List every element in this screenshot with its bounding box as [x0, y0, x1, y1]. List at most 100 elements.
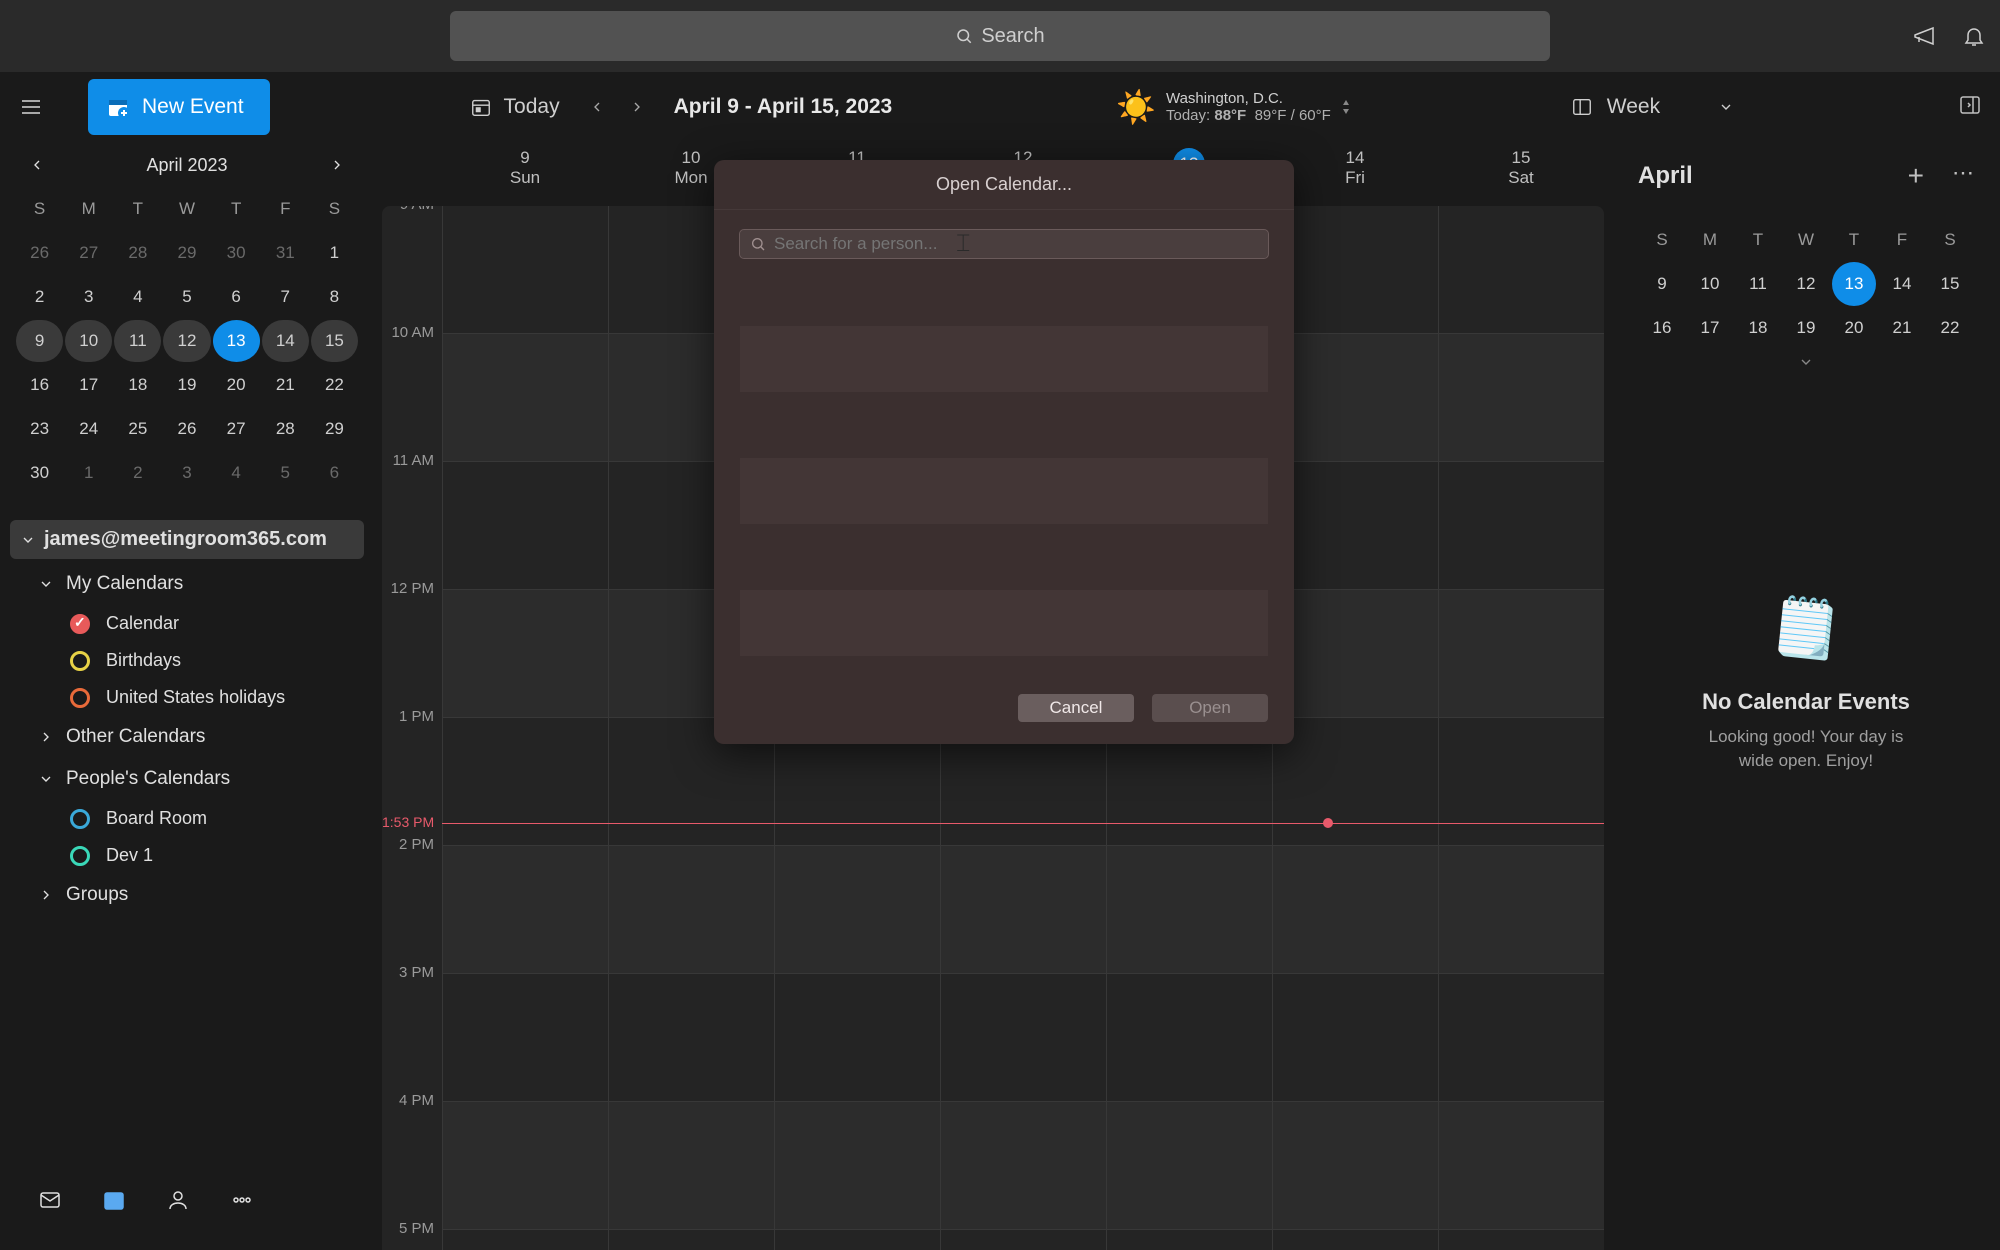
mini-cal-day[interactable]: 6	[311, 452, 358, 494]
mini-cal-day[interactable]: 12	[163, 320, 210, 362]
calendar-group[interactable]: People's Calendars	[10, 758, 364, 800]
mini-cal-day[interactable]: 28	[262, 408, 309, 450]
mini-cal-day[interactable]: 19	[163, 364, 210, 406]
day-column[interactable]	[1272, 206, 1438, 1250]
mini-cal-day[interactable]: 27	[213, 408, 260, 450]
agenda-day[interactable]: 18	[1736, 306, 1780, 350]
mini-cal-day[interactable]: 27	[65, 232, 112, 274]
calendar-color-dot[interactable]	[70, 846, 90, 866]
people-app-icon[interactable]	[158, 1180, 198, 1220]
view-selector[interactable]: Week	[1571, 95, 1734, 119]
open-button[interactable]: Open	[1152, 694, 1268, 722]
mail-app-icon[interactable]	[30, 1180, 70, 1220]
cancel-button[interactable]: Cancel	[1018, 694, 1134, 722]
more-icon[interactable]: ⋯	[1952, 160, 1974, 192]
weather-widget[interactable]: ☀️ Washington, D.C. Today: 88°F 89°F / 6…	[1116, 88, 1351, 126]
mini-cal-day[interactable]: 1	[65, 452, 112, 494]
mini-cal-day[interactable]: 28	[114, 232, 161, 274]
calendar-item[interactable]: Board Room	[10, 800, 364, 837]
agenda-day[interactable]: 13	[1832, 262, 1876, 306]
calendar-app-icon[interactable]	[94, 1180, 134, 1220]
calendar-item[interactable]: Calendar	[10, 605, 364, 642]
mini-cal-day[interactable]: 24	[65, 408, 112, 450]
agenda-day[interactable]: 10	[1688, 262, 1732, 306]
agenda-day[interactable]: 19	[1784, 306, 1828, 350]
prev-week-button[interactable]	[582, 92, 612, 122]
add-event-icon[interactable]: +	[1908, 160, 1924, 192]
mini-cal-day[interactable]: 13	[213, 320, 260, 362]
calendar-color-dot[interactable]	[70, 688, 90, 708]
agenda-day[interactable]: 21	[1880, 306, 1924, 350]
mini-cal-day[interactable]: 25	[114, 408, 161, 450]
global-search[interactable]: Search	[450, 11, 1550, 61]
agenda-day[interactable]: 16	[1640, 306, 1684, 350]
calendar-color-dot[interactable]	[70, 614, 90, 634]
mini-cal-day[interactable]: 4	[213, 452, 260, 494]
mini-cal-day[interactable]: 23	[16, 408, 63, 450]
mini-cal-next[interactable]	[322, 150, 352, 180]
today-button[interactable]: Today	[470, 95, 560, 119]
mini-cal-day[interactable]: 5	[163, 276, 210, 318]
mini-cal-day[interactable]: 21	[262, 364, 309, 406]
day-header[interactable]: 9Sun	[442, 142, 608, 206]
calendar-item[interactable]: United States holidays	[10, 679, 364, 716]
mini-cal-day[interactable]: 2	[16, 276, 63, 318]
megaphone-icon[interactable]	[1912, 24, 1936, 48]
calendar-group[interactable]: Other Calendars	[10, 716, 364, 758]
more-apps-icon[interactable]	[222, 1180, 262, 1220]
mini-cal-day[interactable]: 8	[311, 276, 358, 318]
calendar-color-dot[interactable]	[70, 809, 90, 829]
person-search-input[interactable]	[740, 230, 1268, 258]
agenda-day[interactable]: 12	[1784, 262, 1828, 306]
day-column[interactable]	[442, 206, 608, 1250]
mini-cal-prev[interactable]	[22, 150, 52, 180]
calendar-group[interactable]: Groups	[10, 874, 364, 916]
mini-cal-day[interactable]: 11	[114, 320, 161, 362]
mini-cal-day[interactable]: 30	[213, 232, 260, 274]
mini-cal-day[interactable]: 18	[114, 364, 161, 406]
mini-cal-day[interactable]: 29	[163, 232, 210, 274]
mini-cal-day[interactable]: 31	[262, 232, 309, 274]
agenda-day[interactable]: 20	[1832, 306, 1876, 350]
calendar-color-dot[interactable]	[70, 651, 90, 671]
day-header[interactable]: 14Fri	[1272, 142, 1438, 206]
mini-cal-day[interactable]: 15	[311, 320, 358, 362]
mini-cal-day[interactable]: 2	[114, 452, 161, 494]
mini-cal-day[interactable]: 14	[262, 320, 309, 362]
mini-cal-day[interactable]: 3	[65, 276, 112, 318]
mini-cal-day[interactable]: 3	[163, 452, 210, 494]
mini-cal-day[interactable]: 20	[213, 364, 260, 406]
panel-toggle[interactable]	[1958, 93, 1982, 122]
mini-cal-day[interactable]: 26	[16, 232, 63, 274]
expand-mini-cal[interactable]	[1638, 354, 1974, 375]
mini-cal-day[interactable]: 22	[311, 364, 358, 406]
calendar-item[interactable]: Birthdays	[10, 642, 364, 679]
hamburger-menu[interactable]	[14, 90, 48, 124]
mini-cal-day[interactable]: 26	[163, 408, 210, 450]
agenda-day[interactable]: 17	[1688, 306, 1732, 350]
calendar-group[interactable]: My Calendars	[10, 563, 364, 605]
day-column[interactable]	[1438, 206, 1604, 1250]
mini-cal-day[interactable]: 6	[213, 276, 260, 318]
mini-cal-day[interactable]: 1	[311, 232, 358, 274]
mini-cal-day[interactable]: 4	[114, 276, 161, 318]
agenda-day[interactable]: 11	[1736, 262, 1780, 306]
next-week-button[interactable]	[622, 92, 652, 122]
mini-cal-day[interactable]: 9	[16, 320, 63, 362]
bell-icon[interactable]	[1962, 24, 1986, 48]
agenda-day[interactable]: 14	[1880, 262, 1924, 306]
account-row[interactable]: james@meetingroom365.com	[10, 520, 364, 559]
mini-cal-day[interactable]: 10	[65, 320, 112, 362]
mini-cal-day[interactable]: 7	[262, 276, 309, 318]
day-header[interactable]: 15Sat	[1438, 142, 1604, 206]
mini-cal-day[interactable]: 16	[16, 364, 63, 406]
agenda-day[interactable]: 22	[1928, 306, 1972, 350]
agenda-day[interactable]: 15	[1928, 262, 1972, 306]
new-event-button[interactable]: New Event	[88, 79, 270, 135]
mini-cal-day[interactable]: 30	[16, 452, 63, 494]
mini-cal-day[interactable]: 29	[311, 408, 358, 450]
agenda-day[interactable]: 9	[1640, 262, 1684, 306]
mini-cal-day[interactable]: 5	[262, 452, 309, 494]
mini-cal-day[interactable]: 17	[65, 364, 112, 406]
calendar-item[interactable]: Dev 1	[10, 837, 364, 874]
